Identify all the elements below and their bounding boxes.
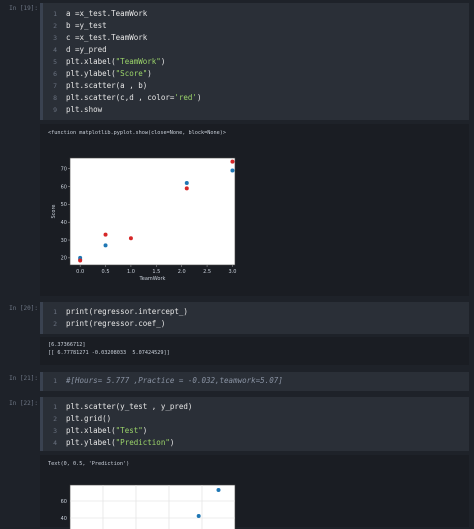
code-line[interactable]: a =x_test.TeamWork xyxy=(66,9,147,18)
cell-output: [6.37366712] [[ 6.77781271 -0.03208033 5… xyxy=(40,337,469,365)
line-number: 8 xyxy=(53,94,57,102)
scatter-point xyxy=(103,243,108,248)
code-line[interactable]: plt.scatter(y_test , y_pred) xyxy=(66,402,192,411)
output-text: [[ 6.77781271 -0.03208033 5.07424529]] xyxy=(48,350,170,356)
y-tick-label: 70 xyxy=(61,167,67,173)
x-axis-label: TeamWork xyxy=(139,276,166,282)
y-axis-label: Score xyxy=(51,204,57,218)
code-line[interactable]: #[Hours= 5.777 ,Practice = -0.032,teamwo… xyxy=(66,376,283,385)
code-line[interactable]: d =y_pred xyxy=(66,45,107,54)
scatter-chart-test-prediction: 60 40 xyxy=(61,484,236,529)
line-number: 4 xyxy=(53,46,57,54)
scatter-point xyxy=(78,258,83,263)
code-line[interactable]: plt.xlabel("Test") xyxy=(66,426,147,435)
code-line[interactable]: plt.ylabel("Prediction") xyxy=(66,438,174,447)
code-editor[interactable]: 1 #[Hours= 5.777 ,Practice = -0.032,teamw… xyxy=(40,372,469,391)
output-text: Text(0, 0.5, 'Prediction') xyxy=(48,461,130,467)
x-tick-label: 0.5 xyxy=(102,269,110,275)
scatter-point xyxy=(128,236,133,241)
line-number: 7 xyxy=(53,82,57,90)
scatter-point xyxy=(103,232,108,237)
y-tick-label: 60 xyxy=(61,499,67,505)
x-tick-label: 3.0 xyxy=(228,269,236,275)
code-line[interactable]: plt.show xyxy=(66,105,102,114)
scatter-point xyxy=(230,159,235,164)
code-cell-3[interactable]: In [21]: 1 #[Hours= 5.777 ,Practice = -0.… xyxy=(0,370,474,395)
output-text: <function matplotlib.pyplot.show(close=N… xyxy=(48,130,227,136)
cell-output: <function matplotlib.pyplot.show(close=N… xyxy=(40,124,469,296)
line-number: 6 xyxy=(53,70,57,78)
code-line[interactable]: plt.scatter(c,d , color='red') xyxy=(66,93,201,102)
line-number: 5 xyxy=(53,58,57,66)
scatter-point xyxy=(184,180,189,185)
y-tick-label: 40 xyxy=(61,516,67,522)
code-line[interactable]: print(regressor.coef_) xyxy=(66,319,165,328)
line-number: 4 xyxy=(53,439,57,447)
plot-area xyxy=(69,157,236,266)
x-tick-label: 1.5 xyxy=(152,269,160,275)
output-text: [6.37366712] xyxy=(48,342,86,348)
code-cell-2[interactable]: In [20]: 1 print(regressor.intercept_) 2 p… xyxy=(0,300,474,370)
y-tick-label: 60 xyxy=(61,184,67,190)
x-tick-label: 2.5 xyxy=(203,269,211,275)
code-line[interactable]: c =x_test.TeamWork xyxy=(66,33,147,42)
line-number: 3 xyxy=(53,427,57,435)
code-editor[interactable]: 1 print(regressor.intercept_) 2 print(regr… xyxy=(40,302,469,334)
y-tick-label: 40 xyxy=(61,220,67,226)
scatter-point xyxy=(196,514,201,518)
code-line[interactable]: print(regressor.intercept_) xyxy=(66,307,188,316)
cell-output: Text(0, 0.5, 'Prediction') 60 40 xyxy=(40,455,469,529)
code-line[interactable]: plt.grid() xyxy=(66,414,111,423)
cell-prompt: In [21]: xyxy=(9,375,38,382)
scatter-chart-teamwork-score: 0.0 0.5 1.0 1.5 2.0 2.5 3.0 20 30 40 50 60 70 TeamWor… xyxy=(51,157,236,282)
line-number: 3 xyxy=(53,34,57,42)
y-tick-label: 30 xyxy=(61,238,67,244)
line-number: 2 xyxy=(53,415,57,423)
cell-prompt: In [22]: xyxy=(9,400,38,407)
code-line[interactable]: plt.ylabel("Score") xyxy=(66,69,152,78)
line-number: 1 xyxy=(53,403,57,411)
line-number: 1 xyxy=(53,308,57,316)
code-cell-1[interactable]: In [19]: 1 a =x_test.TeamWork 2 b =y_test … xyxy=(0,0,474,300)
x-tick-label: 2.0 xyxy=(178,269,186,275)
y-tick-label: 50 xyxy=(61,202,67,208)
code-editor[interactable]: 1 plt.scatter(y_test , y_pred) 2 plt.grid(… xyxy=(40,397,469,451)
cell-prompt: In [19]: xyxy=(9,5,38,12)
x-tick-label: 0.0 xyxy=(76,269,84,275)
plot-area xyxy=(69,484,236,529)
y-tick-label: 20 xyxy=(61,256,67,262)
line-number: 2 xyxy=(53,320,57,328)
code-line[interactable]: plt.xlabel("TeamWork") xyxy=(66,57,165,66)
code-line[interactable]: b =y_test xyxy=(66,21,107,30)
scatter-point xyxy=(216,488,221,492)
code-cell-4[interactable]: In [22]: 1 plt.scatter(y_test , y_pred) 2… xyxy=(0,395,474,529)
scatter-point xyxy=(230,168,235,173)
line-number: 1 xyxy=(53,377,57,385)
line-number: 9 xyxy=(53,106,57,114)
line-number: 2 xyxy=(53,22,57,30)
code-line[interactable]: plt.scatter(a , b) xyxy=(66,81,147,90)
x-tick-label: 1.0 xyxy=(127,269,135,275)
line-number: 1 xyxy=(53,10,57,18)
cell-prompt: In [20]: xyxy=(9,305,38,312)
code-editor[interactable]: 1 a =x_test.TeamWork 2 b =y_test 3 c =x_tes… xyxy=(40,3,469,120)
scatter-point xyxy=(184,186,189,191)
